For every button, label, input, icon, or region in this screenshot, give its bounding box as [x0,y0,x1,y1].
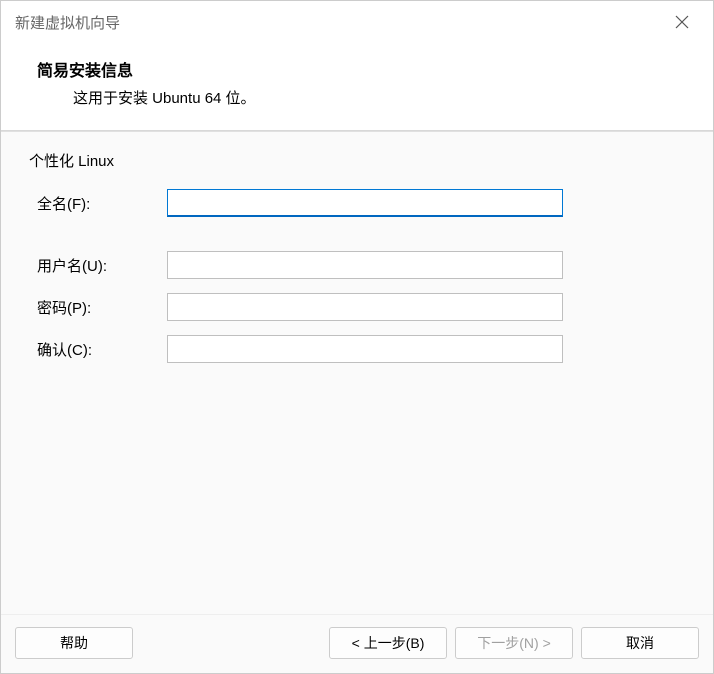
form-row-username: 用户名(U): [29,251,685,279]
titlebar: 新建虚拟机向导 [1,1,713,43]
form-row-confirm: 确认(C): [29,335,685,363]
username-input[interactable] [167,251,563,279]
fullname-input[interactable] [167,189,563,217]
close-icon [675,15,689,29]
cancel-button[interactable]: 取消 [581,627,699,659]
fullname-label: 全名(F): [29,193,167,214]
footer: 帮助 < 上一步(B) 下一步(N) > 取消 [1,614,713,673]
wizard-dialog: 新建虚拟机向导 简易安装信息 这用于安装 Ubuntu 64 位。 个性化 Li… [0,0,714,674]
form-row-password: 密码(P): [29,293,685,321]
form-row-fullname: 全名(F): [29,189,685,217]
next-button[interactable]: 下一步(N) > [455,627,573,659]
header-subtitle: 这用于安装 Ubuntu 64 位。 [37,87,677,108]
body-section: 个性化 Linux 全名(F): 用户名(U): 密码(P): 确认(C): [1,132,713,614]
password-input[interactable] [167,293,563,321]
header-title: 简易安装信息 [37,57,677,81]
header-section: 简易安装信息 这用于安装 Ubuntu 64 位。 [1,43,713,130]
section-label: 个性化 Linux [29,150,685,171]
username-label: 用户名(U): [29,255,167,276]
confirm-label: 确认(C): [29,339,167,360]
confirm-input[interactable] [167,335,563,363]
close-button[interactable] [661,1,703,43]
password-label: 密码(P): [29,297,167,318]
back-button[interactable]: < 上一步(B) [329,627,447,659]
window-title: 新建虚拟机向导 [15,12,120,33]
help-button[interactable]: 帮助 [15,627,133,659]
